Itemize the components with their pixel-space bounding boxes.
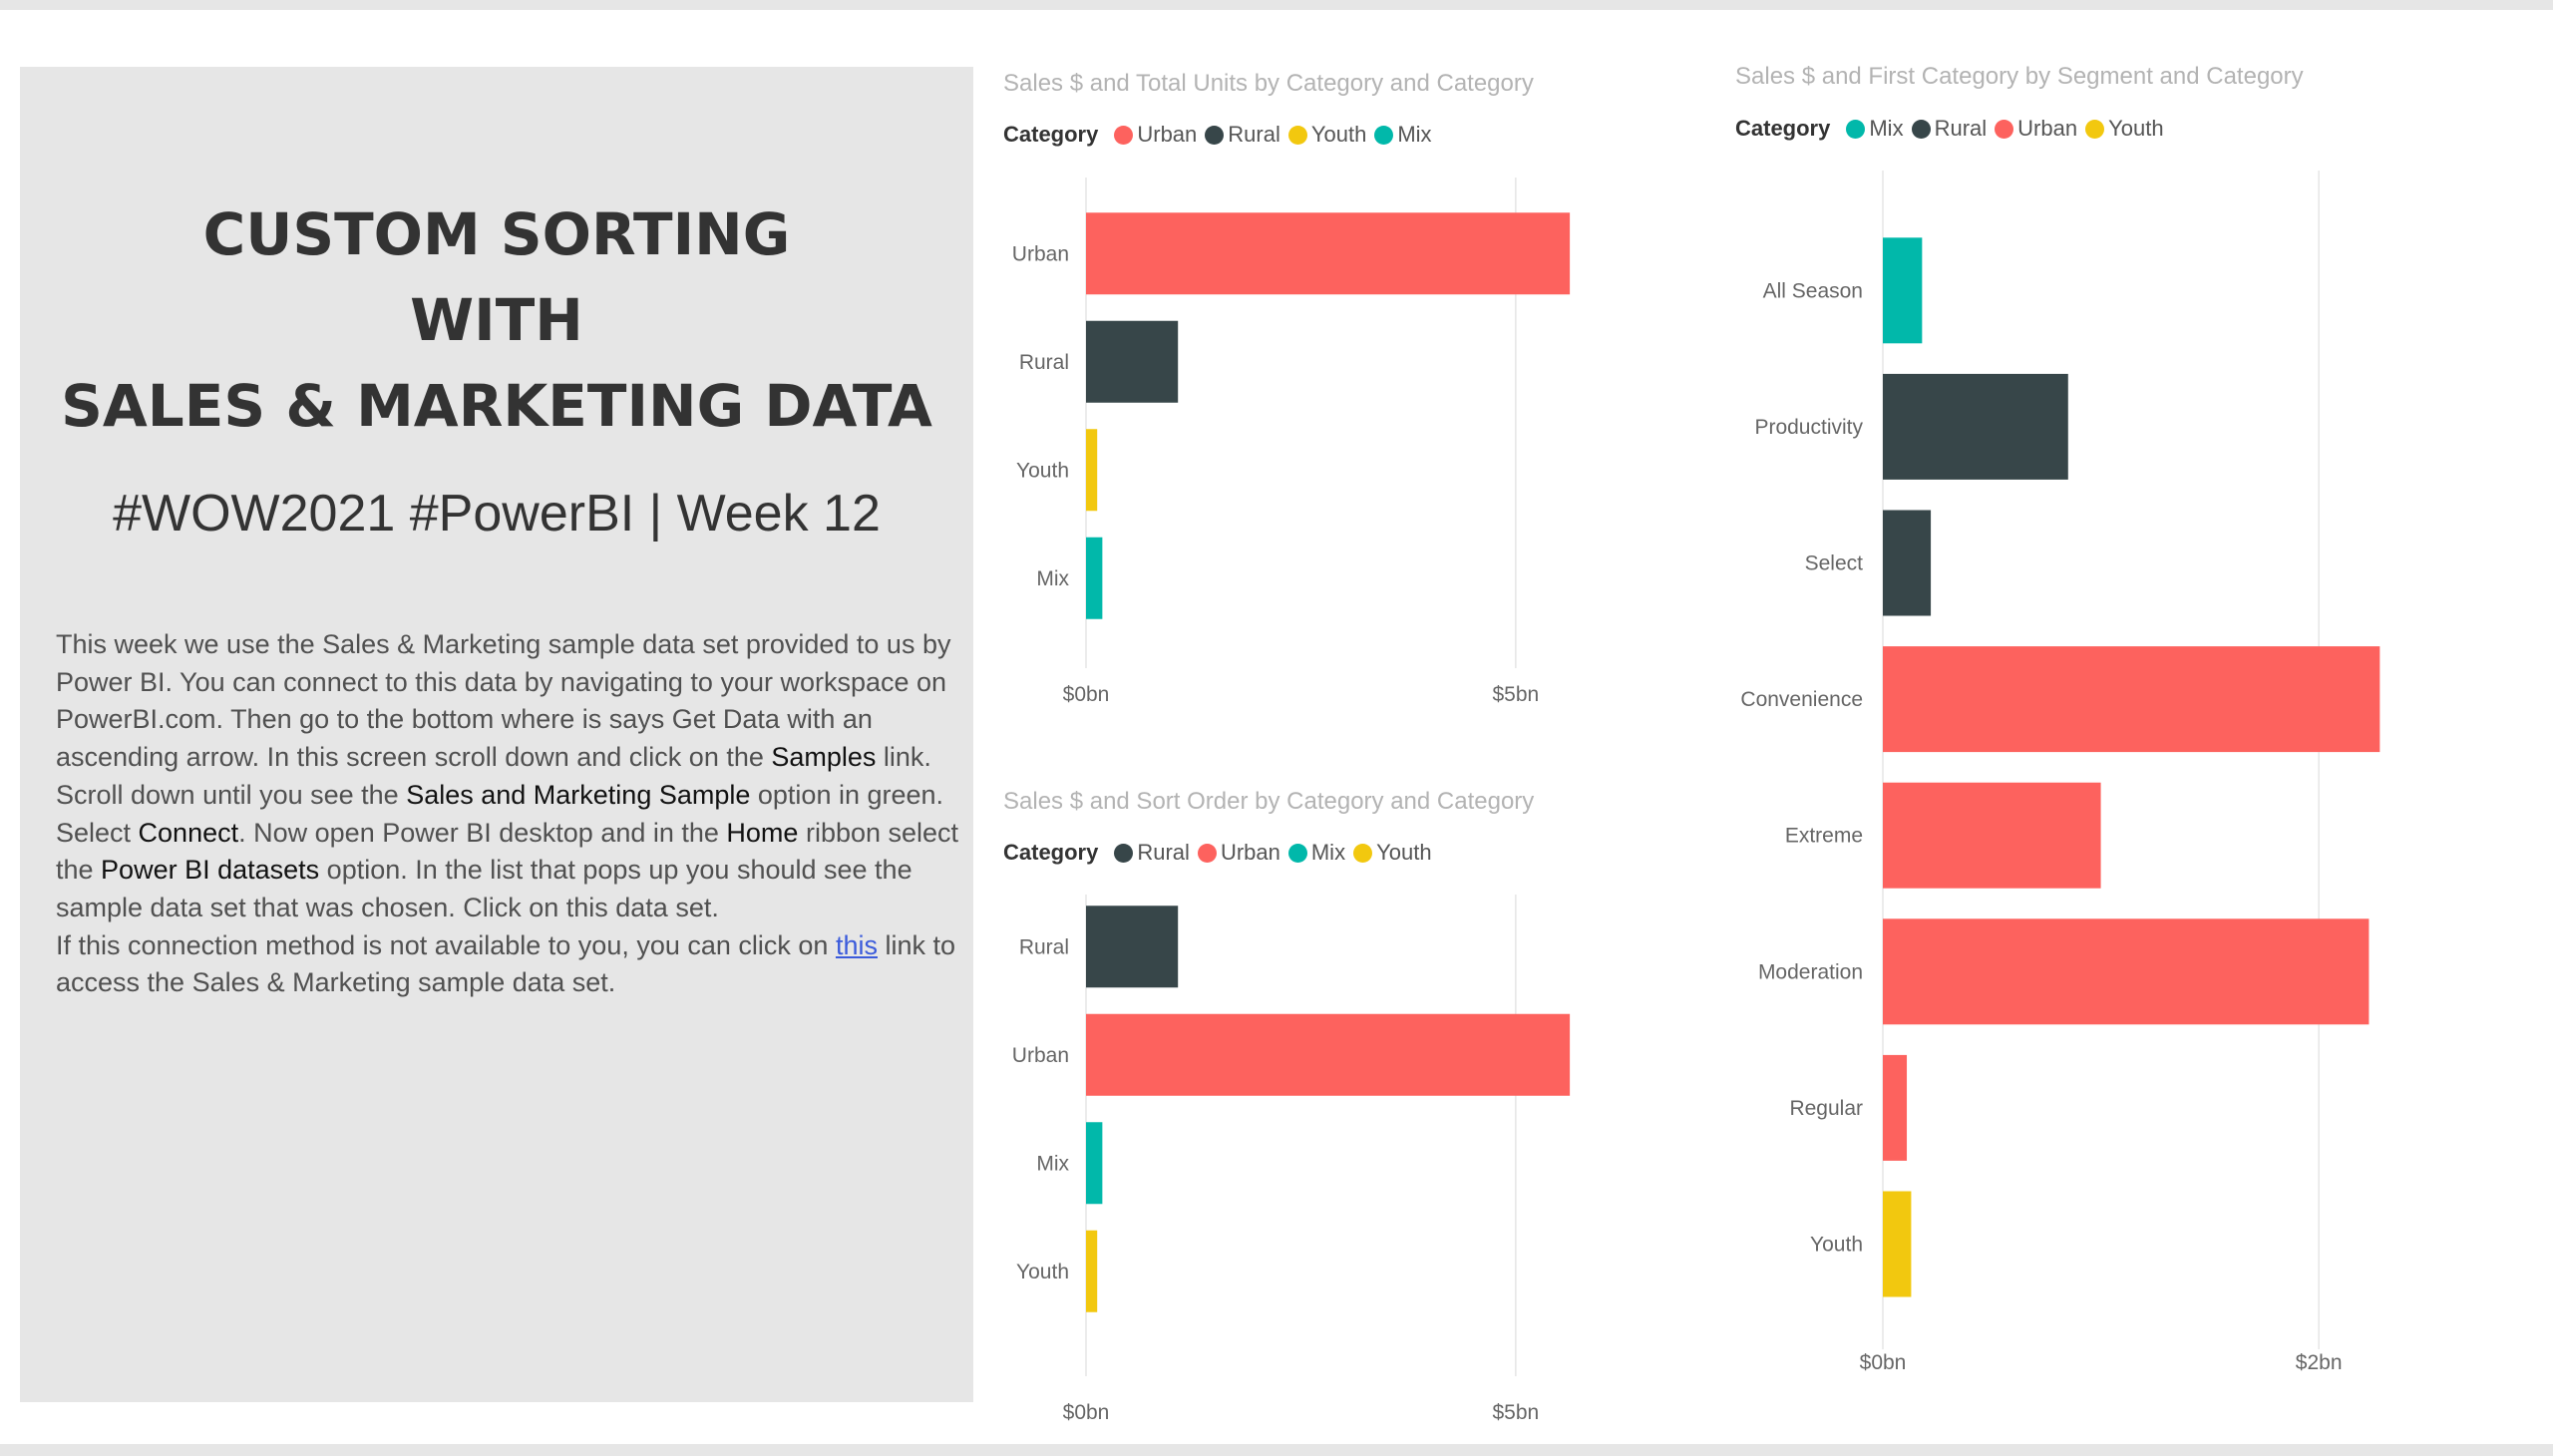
chart-plot-area: $0bn $2bn All Season Productivity Select Conv…: [1740, 171, 2380, 1374]
x-tick-label: $5bn: [1492, 1401, 1539, 1424]
description-text: This week we use the Sales & Marketing s…: [56, 626, 975, 1002]
bottom-border: [0, 1444, 2553, 1456]
y-category-label: Convenience: [1740, 688, 1863, 711]
y-category-label: Mix: [1036, 567, 1069, 590]
y-category-label: Youth: [1016, 459, 1069, 482]
desc-sales-sample: Sales and Marketing Sample: [406, 779, 751, 810]
bar-regular[interactable]: [1883, 1054, 1908, 1161]
y-category-label: Youth: [1810, 1234, 1863, 1257]
bar-productivity[interactable]: [1883, 373, 2068, 480]
bar-youth[interactable]: [1086, 429, 1098, 512]
chart-total-units[interactable]: Sales $ and Total Units by Category and …: [1003, 70, 1661, 728]
y-category-label: Select: [1805, 552, 1864, 575]
y-category-label: Regular: [1789, 1097, 1863, 1120]
top-border: [0, 0, 2553, 10]
bar-convenience[interactable]: [1883, 646, 2380, 753]
y-category-label: Rural: [1019, 935, 1069, 958]
y-category-label: Rural: [1019, 351, 1069, 374]
info-panel: CUSTOM SORTING WITH SALES & MARKETING DA…: [20, 67, 973, 1402]
y-category-label: Urban: [1012, 242, 1069, 265]
bar-rural[interactable]: [1086, 906, 1179, 988]
desc-home: Home: [726, 817, 799, 848]
y-category-label: Extreme: [1785, 825, 1863, 848]
x-tick-label: $5bn: [1492, 683, 1539, 706]
bar-extreme[interactable]: [1883, 782, 2101, 889]
desc-datasets: Power BI datasets: [101, 855, 320, 886]
y-category-label: Productivity: [1754, 416, 1863, 439]
bar-moderation[interactable]: [1883, 918, 2370, 1025]
bar-rural[interactable]: [1086, 320, 1179, 403]
title-line-1: CUSTOM SORTING: [202, 200, 791, 268]
desc-text-4: . Now open Power BI desktop and in the: [238, 817, 727, 848]
x-tick-label: $2bn: [2296, 1351, 2343, 1374]
x-tick-label: $0bn: [1063, 1401, 1110, 1424]
y-category-label: Moderation: [1758, 960, 1863, 983]
this-link[interactable]: this: [836, 930, 878, 960]
x-tick-label: $0bn: [1860, 1351, 1907, 1374]
y-category-label: Urban: [1012, 1044, 1069, 1067]
report-subtitle: #WOW2021 #PowerBI | Week 12: [113, 485, 881, 543]
bar-mix[interactable]: [1086, 1122, 1103, 1205]
bar-urban[interactable]: [1086, 1013, 1571, 1096]
chart-first-category[interactable]: Sales $ and First Category by Segment an…: [1735, 63, 2533, 1379]
bar-mix[interactable]: [1086, 537, 1103, 619]
report-title: CUSTOM SORTING WITH SALES & MARKETING DA…: [20, 191, 973, 449]
chart-sort-order[interactable]: Sales $ and Sort Order by Category and C…: [1003, 788, 1661, 1436]
title-line-3: SALES & MARKETING DATA: [61, 372, 932, 440]
desc-connect: Connect: [138, 817, 239, 848]
bar-youth[interactable]: [1883, 1191, 1912, 1297]
y-category-label: All Season: [1763, 279, 1863, 302]
chart-plot-area: $0bn $5bn Rural Urban Mix Youth: [1012, 895, 1571, 1424]
title-line-2: WITH: [410, 286, 583, 354]
bar-select[interactable]: [1883, 510, 1932, 616]
desc-samples: Samples: [771, 742, 877, 773]
bar-urban[interactable]: [1086, 212, 1571, 295]
x-tick-label: $0bn: [1063, 683, 1110, 706]
desc-text-7: If this connection method is not availab…: [56, 929, 836, 960]
bar-all-season[interactable]: [1883, 237, 1923, 344]
chart-plot-area: $0bn $5bn Urban Rural Youth Mix: [1012, 178, 1571, 706]
y-category-label: Mix: [1036, 1152, 1069, 1175]
y-category-label: Youth: [1016, 1261, 1069, 1283]
bar-youth[interactable]: [1086, 1230, 1098, 1312]
